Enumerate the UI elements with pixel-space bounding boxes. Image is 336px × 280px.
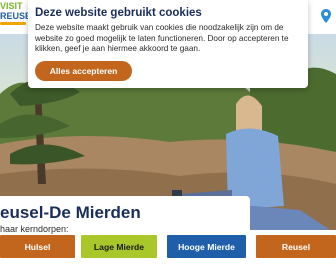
kern-button-hulsel[interactable]: Hulsel (0, 235, 75, 258)
kern-button-lage-mierde[interactable]: Lage Mierde (81, 235, 157, 258)
map-pin-icon[interactable] (321, 9, 331, 23)
kern-button-hooge-mierde[interactable]: Hooge Mierde (167, 235, 246, 258)
logo-wave (0, 22, 26, 25)
cookie-title: Deze website gebruikt cookies (35, 7, 202, 19)
accept-all-button[interactable]: Alles accepteren (35, 61, 132, 81)
site-logo[interactable]: VISIT REUSEL (0, 1, 37, 25)
cookie-consent-dialog: Deze website gebruikt cookies Deze websi… (28, 0, 308, 88)
cookie-text: Deze website maakt gebruik van cookies d… (35, 23, 289, 53)
kern-subtitle: haar kerndorpen: (0, 224, 69, 234)
kern-button-reusel[interactable]: Reusel (256, 235, 336, 258)
page-title: eusel-De Mierden (0, 203, 141, 222)
logo-line-1: VISIT (0, 1, 23, 11)
